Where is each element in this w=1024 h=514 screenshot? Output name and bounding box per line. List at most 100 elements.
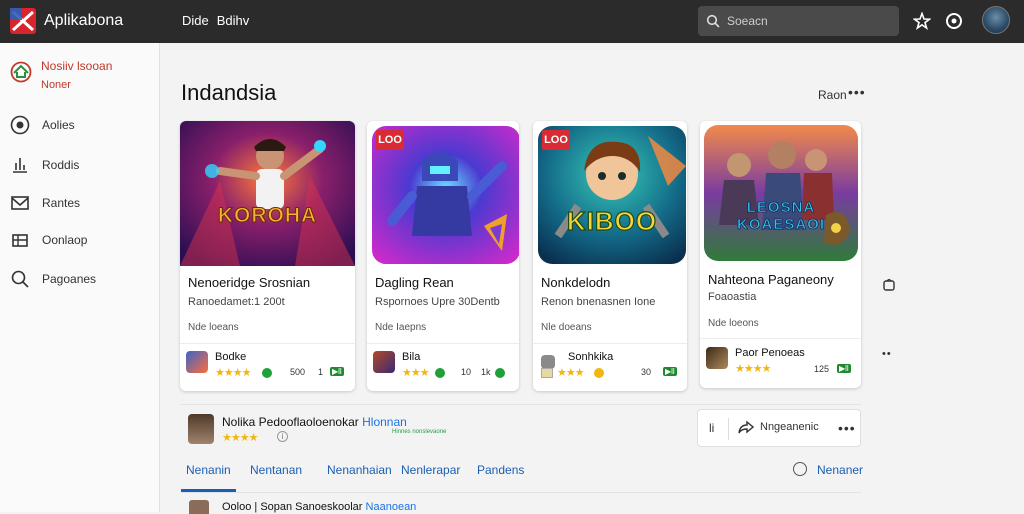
divider	[180, 343, 355, 344]
card-title: Nenoeridge Srosnian	[188, 275, 311, 290]
sidebar-item-aolies[interactable]: Aolies	[10, 113, 150, 137]
download-count: 500	[290, 367, 306, 377]
card-tag: Nde loeons	[708, 318, 759, 329]
main-content: Indandsia Raon ••• KOROHA Nenoeridge Sro…	[160, 43, 1024, 514]
tab-bar: Nenanin Nentanan Nenanhaian Nenlerapar P…	[181, 453, 863, 493]
list-item-title: Ooloo | Sopan Sanoeskoolar Naanoean	[222, 501, 417, 513]
app-card[interactable]: LEOSNA KOAESAOI Nahteona Paganeony Foaoa…	[700, 121, 861, 388]
search-icon	[11, 270, 29, 288]
app-title: Aplikabona	[44, 12, 124, 29]
notification-icon[interactable]	[944, 11, 964, 31]
list-item[interactable]: Ooloo | Sopan Sanoeskoolar Naanoean	[181, 498, 861, 514]
developer-avatar	[373, 351, 395, 373]
more-options-icon[interactable]: •••	[838, 420, 856, 436]
game-logo: KIBOO	[566, 205, 658, 236]
verified-icon	[495, 368, 505, 378]
featured-subtitle: Hinnes nonslevaone	[392, 429, 447, 435]
search-bar[interactable]	[698, 6, 899, 36]
envelope-icon	[11, 196, 29, 210]
card-title: Nahteona Paganeony	[708, 272, 834, 287]
sidebar-item-pagoanes[interactable]: Pagoanes	[10, 267, 150, 291]
top-menu: Dide Bdihv	[182, 13, 249, 28]
sidebar: Nosiiv lsooan Noner Aolies Roddis Rantes…	[0, 43, 160, 512]
card-subtitle: Ranoedamet:1 200t	[188, 296, 285, 308]
profile-sub: Noner	[41, 79, 71, 91]
app-thumbnail	[180, 121, 355, 266]
card-tag: Nde Iaepns	[375, 322, 427, 333]
price-badge-icon: ▶ll	[330, 367, 344, 376]
sidebar-item-roddis[interactable]: Roddis	[10, 153, 150, 177]
more-options-icon[interactable]: ••	[882, 348, 892, 360]
verified-icon	[435, 368, 445, 378]
rating-stars: ★★★★	[222, 432, 258, 444]
globe-icon	[10, 115, 30, 135]
card-tag: Nde loeans	[188, 322, 239, 333]
app-card[interactable]: LOO Dagling Rean Rspornoes Upre 30Dentb …	[367, 121, 519, 391]
more-options-icon[interactable]: •••	[848, 84, 866, 100]
grid-icon	[12, 234, 28, 247]
top-bar: Aplikabona Dide Bdihv	[0, 0, 1024, 43]
game-logo: KOROHA	[217, 204, 318, 228]
developer-name: Bodke	[215, 351, 247, 363]
developer-avatar	[541, 355, 555, 369]
action-box: li Nngeanenic •••	[697, 409, 861, 447]
app-card[interactable]: KOROHA Nenoeridge Srosnian Ranoedamet:1 …	[180, 121, 355, 391]
info-icon[interactable]: i	[277, 431, 288, 442]
menu-item[interactable]: Dide	[182, 13, 209, 28]
tab-right-link[interactable]: Nenaner	[817, 463, 863, 477]
featured-title: Nolika Pedooflaoloenokar Hlonnan	[222, 415, 407, 429]
divider	[728, 418, 729, 440]
category-icon	[541, 368, 553, 378]
rating-stars: ★★★	[402, 367, 430, 379]
price-badge-icon: ▶ll	[663, 367, 677, 376]
app-logo-icon[interactable]	[9, 7, 37, 35]
menu-item[interactable]: Bdihv	[217, 13, 250, 28]
coin-icon	[594, 368, 604, 378]
sidebar-item-label: Pagoanes	[42, 272, 97, 286]
download-count: 125	[814, 364, 830, 374]
search-icon	[706, 14, 720, 28]
clock-icon	[793, 462, 807, 476]
featured-avatar	[188, 414, 214, 444]
tab-nenanhaian[interactable]: Nenanhaian	[327, 463, 392, 477]
download-count: 10	[461, 367, 472, 377]
download-count: 30	[641, 367, 652, 377]
star-icon[interactable]	[912, 11, 932, 31]
sidebar-item-label: Oonlaop	[42, 233, 88, 247]
verified-icon	[262, 368, 272, 378]
developer-name: Paor Penoeas	[735, 347, 805, 359]
developer-name: Bila	[402, 351, 421, 363]
chart-icon	[13, 158, 27, 173]
action-button-1[interactable]: li	[709, 421, 714, 435]
more-link[interactable]: Raon	[818, 88, 847, 102]
search-input[interactable]	[727, 14, 877, 28]
divider	[367, 343, 519, 344]
tab-nenlerapar[interactable]: Nenlerapar	[401, 463, 460, 477]
rating-stars: ★★★★	[735, 363, 771, 375]
card-subtitle: Renon bnenasnen Ione	[541, 296, 656, 308]
active-tab-indicator	[181, 489, 236, 492]
page-title: Indandsia	[181, 80, 277, 105]
share-button[interactable]: Nngeanenic	[738, 420, 819, 434]
rating-stars: ★★★	[557, 367, 585, 379]
app-thumbnail	[704, 125, 858, 261]
card-subtitle: Foaoastia	[708, 291, 757, 303]
developer-name: Sonhkika	[568, 351, 614, 363]
user-avatar[interactable]	[982, 6, 1010, 34]
card-title: Dagling Rean	[375, 275, 454, 290]
new-badge: LOO	[376, 130, 404, 150]
card-subtitle: Rspornoes Upre 30Dentb	[375, 296, 500, 308]
tab-nentanan[interactable]: Nentanan	[250, 463, 302, 477]
divider	[700, 338, 861, 339]
home-icon	[10, 61, 32, 83]
game-logo: LEOSNA KOAESAOI	[736, 199, 825, 234]
tab-nenanin[interactable]: Nenanin	[186, 463, 231, 477]
tab-pandens[interactable]: Pandens	[477, 463, 524, 477]
app-card[interactable]: LOO KIBOO Nonkdelodn Renon bnenasnen Ion…	[533, 121, 687, 391]
sidebar-item-label: Roddis	[42, 158, 80, 172]
sidebar-item-rantes[interactable]: Rantes	[10, 191, 150, 215]
bag-icon[interactable]	[882, 277, 896, 291]
sidebar-item-label: Aolies	[42, 118, 75, 132]
new-badge: LOO	[542, 130, 570, 150]
sidebar-item-oonlaop[interactable]: Oonlaop	[10, 228, 150, 252]
